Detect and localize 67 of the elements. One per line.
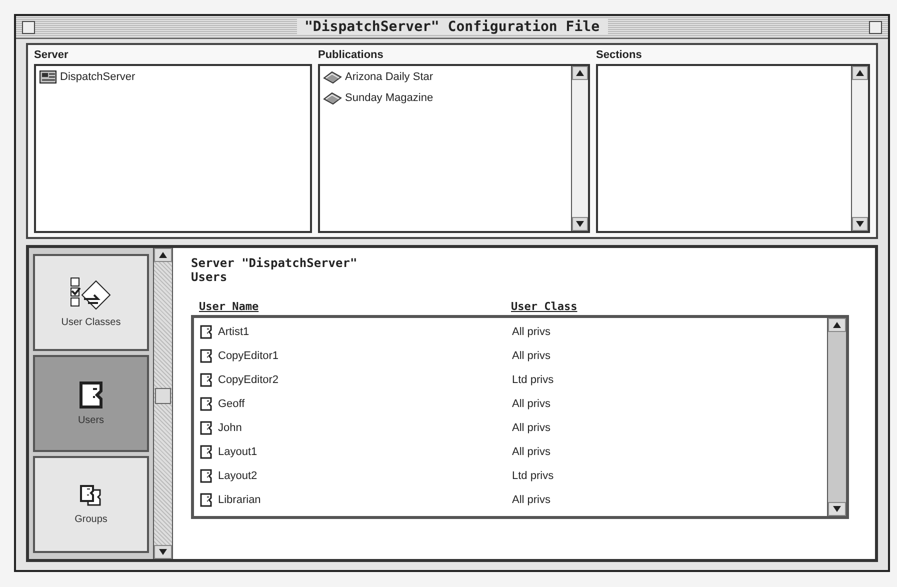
scroll-down-button[interactable] [852, 217, 868, 231]
scrollbar[interactable] [154, 248, 173, 559]
scroll-down-button[interactable] [572, 217, 588, 231]
scrollbar[interactable] [827, 318, 846, 516]
scroll-up-button[interactable] [852, 66, 868, 80]
list-item[interactable]: DispatchServer [60, 71, 136, 83]
user-icon [200, 373, 212, 387]
window-title: "DispatchServer" Configuration File [296, 19, 608, 35]
user-name: Layout1 [218, 446, 258, 458]
scroll-down-button[interactable] [154, 545, 172, 559]
user-name: Layout2 [218, 470, 258, 482]
scroll-up-button[interactable] [828, 318, 846, 332]
scroll-up-button[interactable] [154, 248, 172, 262]
user-class: All privs [512, 494, 552, 506]
up-arrow-icon [856, 70, 864, 76]
user-icon [200, 397, 212, 411]
pane-header: Publications [318, 49, 384, 61]
list-item[interactable]: Arizona Daily Star [345, 70, 434, 82]
category-button[interactable]: Users [33, 355, 149, 452]
column-header[interactable]: User Name [199, 300, 511, 313]
down-arrow-icon [856, 221, 864, 227]
scroll-thumb[interactable] [155, 388, 171, 404]
group-icon [79, 484, 103, 508]
user-class: All privs [512, 398, 552, 410]
user-name: CopyEditor2 [218, 374, 279, 386]
user-class: All privs [512, 422, 552, 434]
user-icon [200, 325, 212, 339]
user-icon [200, 469, 212, 483]
user-icon [200, 421, 212, 435]
scroll-down-button[interactable] [828, 502, 846, 516]
section-title: Server "DispatchServer" [191, 256, 358, 270]
pane-header: Sections [596, 49, 643, 61]
user-icon [200, 349, 212, 363]
category-button[interactable]: Groups [33, 456, 149, 553]
user-class: All privs [512, 326, 552, 338]
user-icon [200, 445, 212, 459]
down-arrow-icon [576, 221, 584, 227]
user-name: Geoff [218, 398, 245, 410]
user-class: Ltd privs [512, 470, 555, 482]
scrollbar[interactable] [851, 66, 868, 231]
close-box[interactable] [22, 20, 35, 34]
list-item[interactable]: Sunday Magazine [345, 92, 434, 104]
user-name: John [218, 422, 242, 434]
user-classes-icon [70, 277, 112, 311]
scroll-up-button[interactable] [572, 66, 588, 80]
server-icon [39, 69, 57, 85]
up-arrow-icon [833, 322, 841, 328]
user-name: Librarian [218, 494, 261, 506]
section-subtitle: Users [191, 270, 228, 284]
up-arrow-icon [159, 252, 167, 258]
down-arrow-icon [159, 549, 167, 555]
user-name: CopyEditor1 [218, 350, 279, 362]
user-class: All privs [512, 446, 552, 458]
user-class: All privs [512, 350, 552, 362]
user-icon [200, 493, 212, 507]
book-icon [323, 69, 342, 84]
user-name: Artist1 [218, 326, 250, 338]
column-header[interactable]: User Class [511, 300, 865, 313]
user-icon [79, 381, 103, 409]
book-icon [323, 90, 342, 105]
pane-header: Server [34, 49, 70, 61]
up-arrow-icon [576, 70, 584, 76]
user-class: Ltd privs [512, 374, 555, 386]
scrollbar[interactable] [571, 66, 588, 231]
zoom-box[interactable] [869, 20, 882, 34]
down-arrow-icon [833, 506, 841, 512]
category-button[interactable]: User Classes [33, 254, 149, 351]
